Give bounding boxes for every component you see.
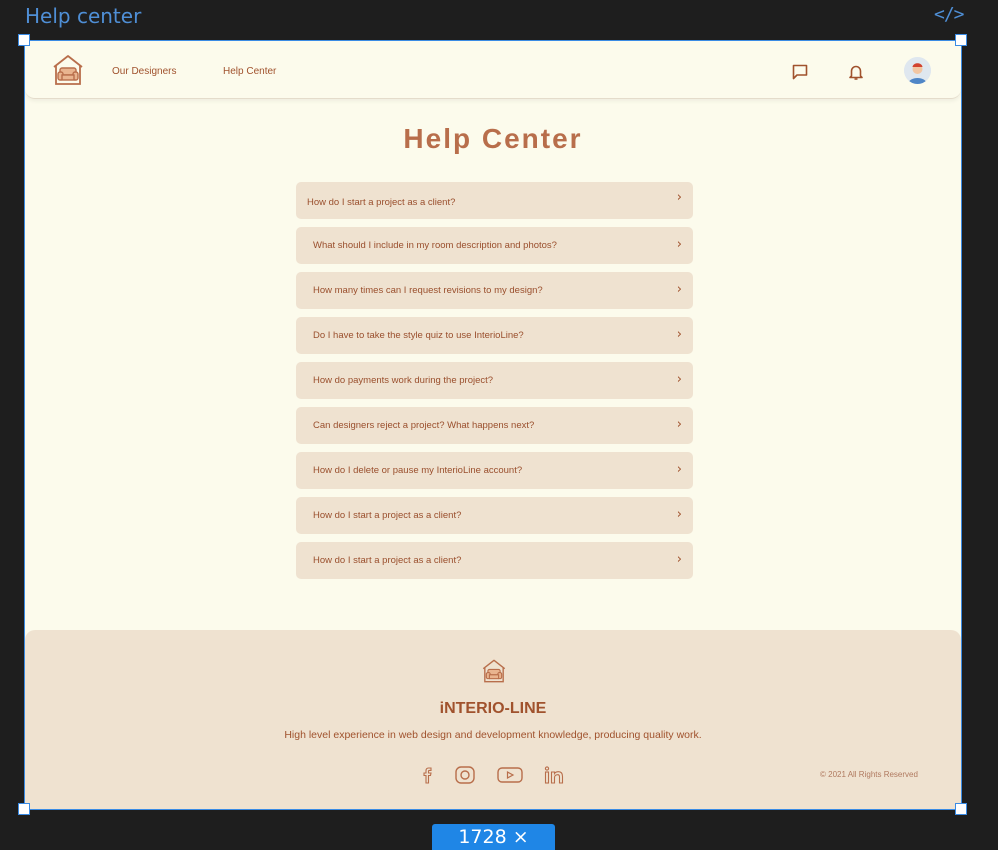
page-title: Help Center bbox=[403, 123, 583, 154]
resize-handle-top-right[interactable] bbox=[955, 34, 967, 46]
nav-help-center[interactable]: Help Center bbox=[223, 66, 276, 77]
faq-question: What should I include in my room descrip… bbox=[313, 240, 557, 251]
linkedin-icon[interactable] bbox=[543, 764, 565, 786]
faq-question: How do I start a project as a client? bbox=[313, 510, 462, 521]
footer-tagline: High level experience in web design and … bbox=[284, 729, 702, 741]
instagram-icon[interactable] bbox=[454, 764, 476, 786]
faq-question: How do I start a project as a client? bbox=[307, 197, 456, 208]
faq-question: Do I have to take the style quiz to use … bbox=[313, 330, 524, 341]
chevron-right-icon: › bbox=[676, 417, 682, 432]
avatar-image bbox=[904, 57, 931, 84]
faq-item[interactable]: How do I start a project as a client? › bbox=[296, 542, 693, 579]
chevron-right-icon: › bbox=[676, 237, 682, 252]
faq-item[interactable]: How do I delete or pause my InterioLine … bbox=[296, 452, 693, 489]
chevron-right-icon: › bbox=[676, 462, 682, 477]
faq-list: How do I start a project as a client? › … bbox=[296, 182, 693, 587]
chevron-right-icon: › bbox=[676, 372, 682, 387]
user-avatar[interactable] bbox=[904, 57, 931, 84]
armchair-logo-icon bbox=[482, 659, 506, 683]
faq-item[interactable]: How do I start a project as a client? › bbox=[296, 182, 693, 219]
chat-icon[interactable] bbox=[791, 63, 809, 81]
code-view-toggle[interactable]: </> bbox=[934, 4, 964, 25]
faq-question: How many times can I request revisions t… bbox=[313, 285, 543, 296]
resize-handle-bottom-right[interactable] bbox=[955, 803, 967, 815]
faq-question: How do I delete or pause my InterioLine … bbox=[313, 465, 523, 476]
copyright-text: © 2021 All Rights Reserved bbox=[820, 770, 918, 779]
chevron-right-icon: › bbox=[676, 327, 682, 342]
faq-question: How do payments work during the project? bbox=[313, 375, 494, 386]
faq-item[interactable]: How do payments work during the project?… bbox=[296, 362, 693, 399]
chevron-right-icon: › bbox=[676, 282, 682, 297]
faq-item[interactable]: How do I start a project as a client? › bbox=[296, 497, 693, 534]
faq-item[interactable]: What should I include in my room descrip… bbox=[296, 227, 693, 264]
armchair-logo-icon[interactable] bbox=[51, 53, 85, 87]
faq-question: How do I start a project as a client? bbox=[313, 555, 462, 566]
resize-handle-bottom-left[interactable] bbox=[18, 803, 30, 815]
artboard: Our Designers Help Center Help Center Ho… bbox=[24, 40, 962, 810]
faq-item[interactable]: Can designers reject a project? What hap… bbox=[296, 407, 693, 444]
facebook-icon[interactable] bbox=[417, 764, 439, 786]
bell-icon[interactable] bbox=[847, 63, 865, 81]
top-navbar: Our Designers Help Center bbox=[25, 41, 961, 99]
dimensions-badge: 1728 × 1420 bbox=[432, 824, 555, 850]
frame-label: Help center bbox=[25, 4, 142, 28]
nav-our-designers[interactable]: Our Designers bbox=[112, 66, 176, 77]
chevron-right-icon: › bbox=[676, 552, 682, 567]
resize-handle-top-left[interactable] bbox=[18, 34, 30, 46]
faq-question: Can designers reject a project? What hap… bbox=[313, 420, 535, 431]
footer: iNTERIO-LINE High level experience in we… bbox=[25, 630, 961, 809]
faq-item[interactable]: Do I have to take the style quiz to use … bbox=[296, 317, 693, 354]
chevron-right-icon: › bbox=[676, 190, 682, 205]
footer-brand: iNTERIO-LINE bbox=[439, 700, 547, 717]
faq-item[interactable]: How many times can I request revisions t… bbox=[296, 272, 693, 309]
youtube-icon[interactable] bbox=[497, 764, 523, 786]
chevron-right-icon: › bbox=[676, 507, 682, 522]
